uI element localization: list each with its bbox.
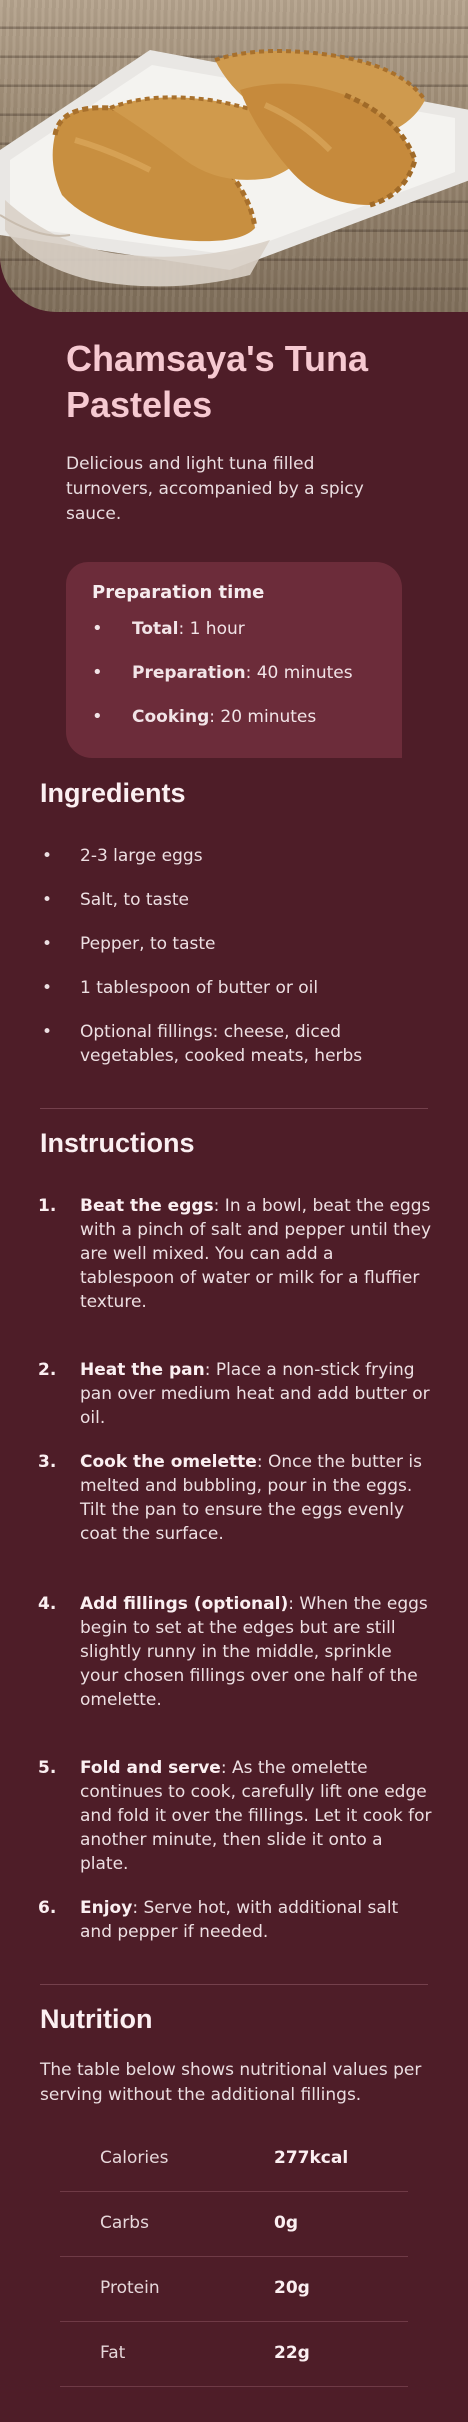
- instructions-heading: Instructions: [40, 1128, 195, 1158]
- bullet-icon: •: [42, 978, 53, 998]
- pasteles-photo-illustration: [0, 49, 468, 287]
- recipe-page: Chamsaya's Tuna Pasteles Delicious and l…: [0, 0, 468, 2422]
- table-row: Fat 22g: [60, 2323, 408, 2387]
- hero-image: [0, 0, 468, 312]
- bullet-icon: [92, 660, 132, 686]
- prep-item-preparation: Preparation: 40 minutes: [92, 660, 353, 686]
- table-row: Protein 20g: [60, 2258, 408, 2322]
- section-divider: [40, 1108, 428, 1109]
- bullet-icon: •: [42, 890, 53, 910]
- section-divider: [40, 1984, 428, 1985]
- bullet-icon: •: [42, 1022, 53, 1042]
- table-row: Calories 277kcal: [60, 2128, 408, 2192]
- preparation-time-card: Preparation time Total: 1 hour Preparati…: [66, 562, 402, 758]
- recipe-title: Chamsaya's Tuna Pasteles: [66, 338, 369, 425]
- bullet-icon: •: [42, 846, 53, 866]
- bullet-icon: •: [42, 934, 53, 954]
- bullet-icon: [92, 704, 132, 730]
- prep-item-total: Total: 1 hour: [92, 616, 245, 642]
- prep-item-cooking: Cooking: 20 minutes: [92, 704, 316, 730]
- nutrition-heading: Nutrition: [40, 2004, 153, 2034]
- recipe-description: Delicious and light tuna filled turnover…: [66, 454, 364, 524]
- bullet-icon: [92, 616, 132, 642]
- ingredients-heading: Ingredients: [40, 778, 186, 808]
- table-row: Carbs 0g: [60, 2193, 408, 2257]
- nutrition-intro: The table below shows nutritional values…: [40, 2060, 422, 2105]
- preparation-time-heading: Preparation time: [92, 582, 265, 603]
